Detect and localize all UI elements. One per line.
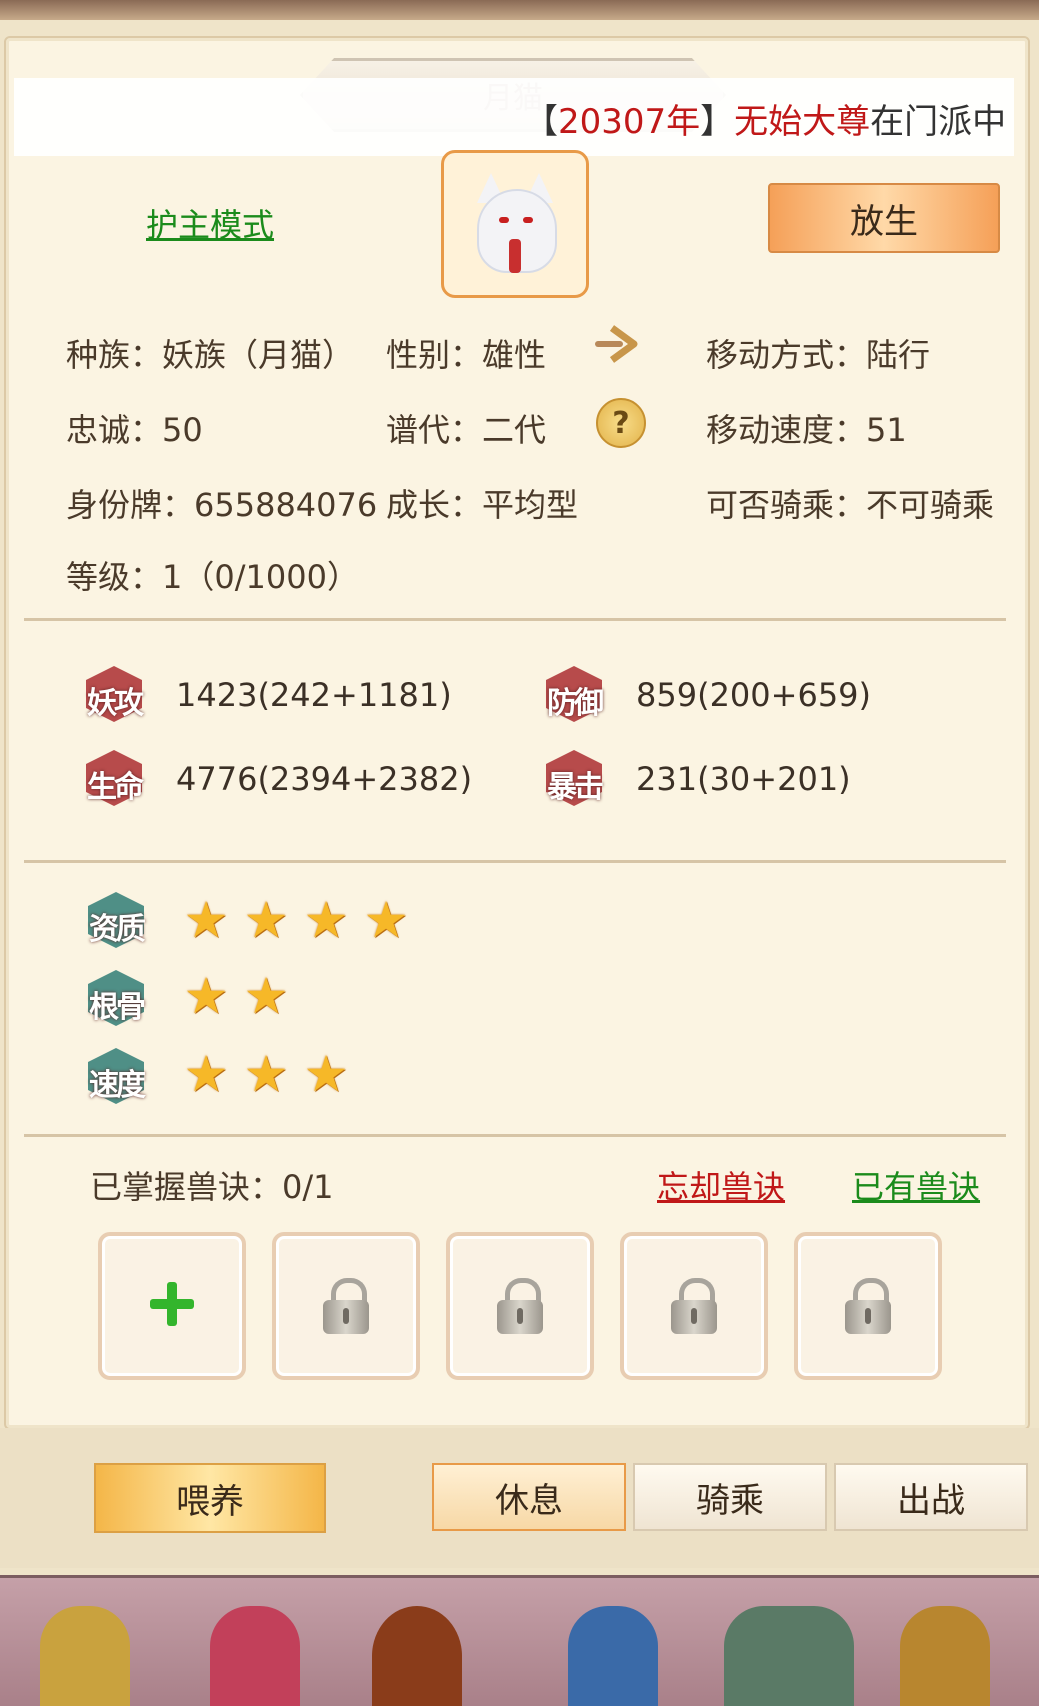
feed-button[interactable]: 喂养	[94, 1463, 326, 1533]
skill-count: 已掌握兽诀：0/1	[90, 1168, 334, 1206]
pet-avatar[interactable]	[441, 150, 589, 298]
info-loyalty: 忠诚：50	[66, 411, 203, 449]
guard-mode-link[interactable]: 护主模式	[146, 200, 274, 246]
star-icon: ★	[243, 1045, 289, 1103]
help-icon[interactable]: ?	[596, 398, 646, 448]
star-icon: ★	[363, 891, 409, 949]
ride-button[interactable]: 骑乘	[633, 1463, 827, 1531]
marquee-title: 无始大尊	[734, 102, 871, 142]
marquee-bracket-open: 【	[524, 102, 558, 142]
marquee-year: 20307年	[558, 102, 701, 142]
forget-skill-link[interactable]: 忘却兽诀	[657, 1162, 785, 1208]
moon-cat-icon	[467, 169, 563, 279]
info-move-speed: 移动速度：51	[706, 411, 907, 449]
skill-slot-locked[interactable]	[794, 1232, 942, 1380]
defense-value: 859(200+659)	[636, 676, 872, 714]
gender-arrow-icon[interactable]	[594, 322, 642, 366]
lock-icon	[323, 1278, 369, 1334]
skill-slot-locked[interactable]	[446, 1232, 594, 1380]
info-race: 种族：妖族（月猫）	[66, 336, 355, 374]
rest-button[interactable]: 休息	[432, 1463, 626, 1531]
divider	[24, 1134, 1006, 1137]
star-icon: ★	[243, 967, 289, 1025]
plus-icon	[150, 1282, 194, 1326]
release-button[interactable]: 放生	[768, 183, 1000, 253]
emblem-icon[interactable]	[372, 1606, 462, 1706]
star-icon: ★	[303, 1045, 349, 1103]
divider	[24, 860, 1006, 863]
lock-icon	[671, 1278, 717, 1334]
announcement-marquee: 【20307年】无始大尊在门派中	[14, 78, 1014, 156]
star-icon: ★	[183, 967, 229, 1025]
skill-slot-add[interactable]	[98, 1232, 246, 1380]
star-icon: ★	[183, 891, 229, 949]
divider	[24, 618, 1006, 621]
pavilion-icon[interactable]	[724, 1606, 854, 1706]
lock-icon	[845, 1278, 891, 1334]
skill-slot-locked[interactable]	[272, 1232, 420, 1380]
book-icon[interactable]	[568, 1606, 658, 1706]
star-icon: ★	[183, 1045, 229, 1103]
bone-badge-icon: 根骨	[86, 968, 146, 1028]
defense-badge-icon: 防御	[544, 664, 604, 724]
skill-slot-locked[interactable]	[620, 1232, 768, 1380]
owned-skills-link[interactable]: 已有兽诀	[852, 1162, 980, 1208]
top-frame	[0, 0, 1039, 20]
info-rideable: 可否骑乘：不可骑乘	[706, 486, 995, 524]
info-generation: 谱代：二代	[386, 411, 547, 449]
speed-badge-icon: 速度	[86, 1046, 146, 1106]
crit-value: 231(30+201)	[636, 760, 851, 798]
hp-value: 4776(2394+2382)	[176, 760, 473, 798]
info-level: 等级：1（0/1000）	[66, 558, 359, 596]
gourd-icon[interactable]	[900, 1606, 990, 1706]
bottom-dock	[0, 1575, 1039, 1706]
info-growth: 成长：平均型	[386, 486, 579, 524]
aptitude-badge-icon: 资质	[86, 890, 146, 950]
info-move-type: 移动方式：陆行	[706, 336, 931, 374]
attack-value: 1423(242+1181)	[176, 676, 452, 714]
info-id-tag: 身份牌：655884076	[66, 486, 378, 524]
attack-badge-icon: 妖攻	[84, 664, 144, 724]
lock-icon	[497, 1278, 543, 1334]
monk-icon[interactable]	[40, 1606, 130, 1706]
marquee-rest: 在门派中	[870, 102, 1007, 142]
marquee-bracket-close: 】	[700, 102, 735, 142]
star-icon: ★	[243, 891, 289, 949]
battle-button[interactable]: 出战	[834, 1463, 1028, 1531]
hp-badge-icon: 生命	[84, 748, 144, 808]
star-icon: ★	[303, 891, 349, 949]
bag-icon[interactable]	[210, 1606, 300, 1706]
info-gender: 性别：雄性	[386, 336, 547, 374]
crit-badge-icon: 暴击	[544, 748, 604, 808]
